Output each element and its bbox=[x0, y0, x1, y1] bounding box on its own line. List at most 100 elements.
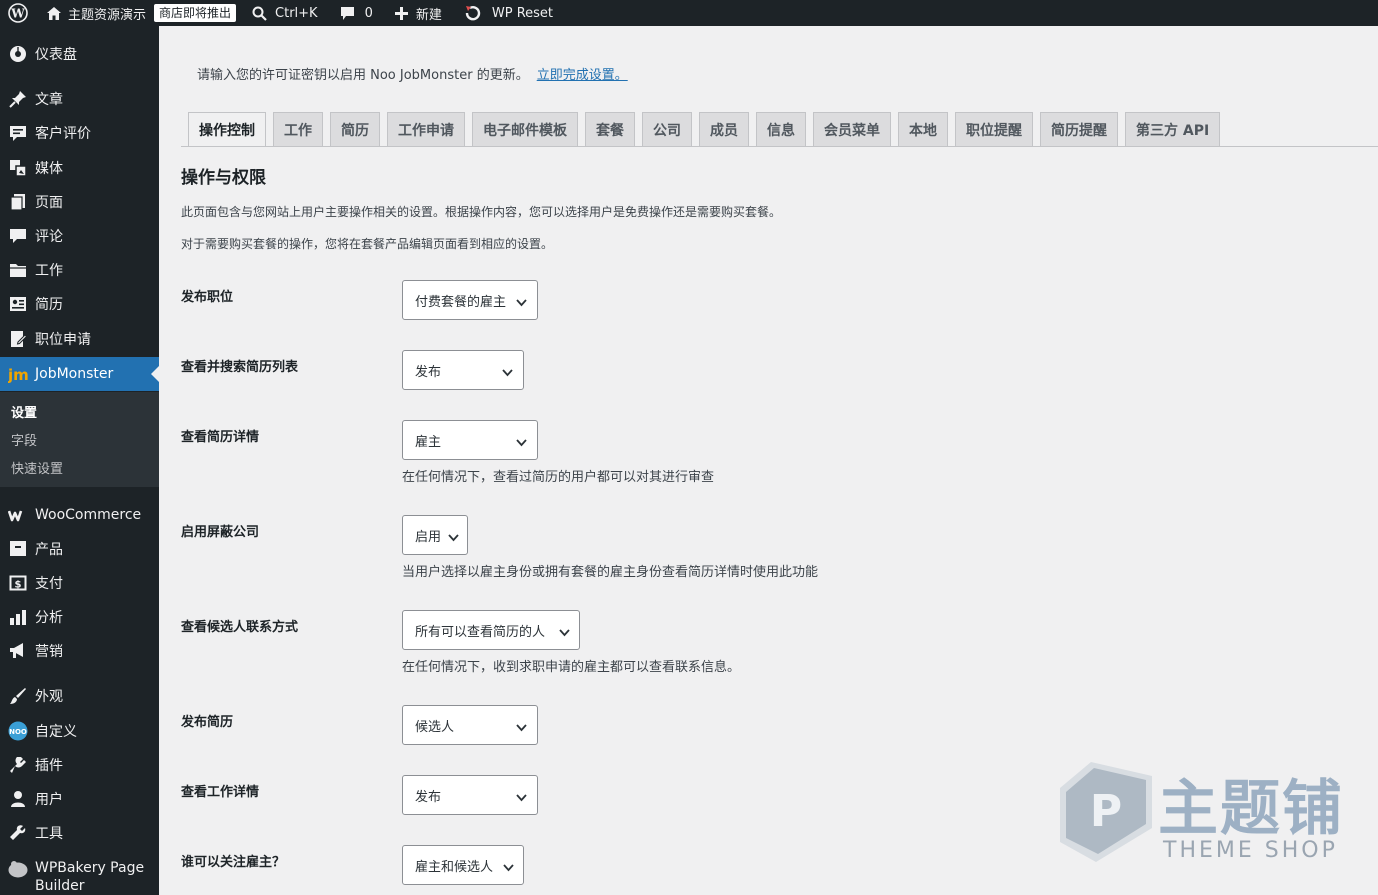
plugin-icon bbox=[8, 755, 28, 775]
tab-messages[interactable]: 信息 bbox=[756, 112, 806, 146]
tab-email-templates[interactable]: 电子邮件模板 bbox=[472, 112, 578, 146]
chevron-down-icon bbox=[559, 626, 570, 641]
user-icon bbox=[8, 789, 28, 809]
brush-icon bbox=[8, 686, 28, 706]
menu-appearance[interactable]: 外观 bbox=[0, 679, 159, 713]
menu-plugins[interactable]: 插件 bbox=[0, 748, 159, 782]
folder-icon bbox=[8, 260, 28, 280]
tab-third-party-api[interactable]: 第三方 API bbox=[1125, 112, 1221, 146]
svg-text:NOO: NOO bbox=[9, 728, 27, 736]
chevron-down-icon bbox=[502, 366, 513, 381]
setting-help-text: 在任何情况下，查看过简历的用户都可以对其进行审查 bbox=[402, 470, 715, 485]
menu-posts[interactable]: 文章 bbox=[0, 82, 159, 116]
menu-label: 客户评价 bbox=[35, 126, 91, 142]
section-description: 此页面包含与您网站上用户主要操作相关的设置。根据操作内容，您可以选择用户是免费操… bbox=[181, 205, 782, 219]
tab-packages[interactable]: 套餐 bbox=[585, 112, 635, 146]
site-name-link[interactable]: 主题资源演示 商店即将推出 bbox=[38, 0, 244, 26]
view-resume-list-select[interactable]: 发布 bbox=[402, 350, 524, 390]
tab-members[interactable]: 成员 bbox=[699, 112, 749, 146]
menu-label: JobMonster bbox=[35, 366, 114, 382]
tab-member-menu[interactable]: 会员菜单 bbox=[813, 112, 891, 146]
section-title: 操作与权限 bbox=[181, 168, 266, 188]
menu-pages[interactable]: 页面 bbox=[0, 185, 159, 219]
wordpress-logo-icon[interactable]: W bbox=[0, 0, 36, 26]
wp-reset-label: WP Reset bbox=[491, 5, 554, 21]
megaphone-icon bbox=[8, 641, 28, 661]
admin-bar: W 主题资源演示 商店即将推出 Ctrl+K 0 新建 WP Reset bbox=[0, 0, 1378, 26]
menu-users[interactable]: 用户 bbox=[0, 782, 159, 816]
svg-text:$: $ bbox=[15, 580, 22, 591]
tab-job-applications[interactable]: 工作申请 bbox=[387, 112, 465, 146]
setting-label-view-job-detail: 查看工作详情 bbox=[181, 785, 260, 800]
menu-resumes[interactable]: 简历 bbox=[0, 287, 159, 321]
menu-customize[interactable]: NOO 自定义 bbox=[0, 714, 159, 748]
jobmonster-icon: jm bbox=[8, 364, 28, 384]
block-company-select[interactable]: 启用 bbox=[402, 515, 468, 555]
new-content-link[interactable]: 新建 bbox=[387, 0, 450, 26]
tab-local[interactable]: 本地 bbox=[898, 112, 948, 146]
menu-wpbakery[interactable]: WPBakery Page Builder bbox=[0, 857, 159, 895]
tab-jobs[interactable]: 工作 bbox=[273, 112, 323, 146]
post-resume-select[interactable]: 候选人 bbox=[402, 705, 538, 745]
menu-label: 用户 bbox=[35, 792, 63, 808]
wp-reset-link[interactable]: WP Reset bbox=[456, 0, 561, 26]
menu-tools[interactable]: 工具 bbox=[0, 816, 159, 850]
wp-reset-icon bbox=[464, 5, 484, 21]
menu-jobmonster[interactable]: jm JobMonster bbox=[0, 357, 159, 391]
tab-resumes[interactable]: 简历 bbox=[330, 112, 380, 146]
settings-tabs: 操作控制 工作 简历 工作申请 电子邮件模板 套餐 公司 成员 信息 会员菜单 … bbox=[188, 112, 1227, 146]
post-job-select[interactable]: 付费套餐的雇主 bbox=[402, 280, 538, 320]
comments-link[interactable]: 0 bbox=[332, 0, 381, 26]
select-value: 雇主和候选人 bbox=[415, 859, 494, 875]
submenu-fields[interactable]: 字段 bbox=[11, 430, 37, 449]
menu-jobs[interactable]: 工作 bbox=[0, 253, 159, 287]
menu-comments[interactable]: 评论 bbox=[0, 219, 159, 253]
analytics-icon bbox=[8, 607, 28, 627]
setup-link[interactable]: 立即完成设置。 bbox=[537, 68, 628, 83]
menu-marketing[interactable]: 营销 bbox=[0, 634, 159, 668]
page-icon bbox=[8, 192, 28, 212]
menu-label: WPBakery Page Builder bbox=[35, 860, 145, 894]
media-icon bbox=[8, 158, 28, 178]
view-job-detail-select[interactable]: 发布 bbox=[402, 775, 538, 815]
menu-analytics[interactable]: 分析 bbox=[0, 600, 159, 634]
tab-action-control[interactable]: 操作控制 bbox=[188, 112, 266, 146]
submenu-settings[interactable]: 设置 bbox=[11, 402, 37, 421]
menu-label: 职位申请 bbox=[35, 332, 91, 348]
select-value: 所有可以查看简历的人 bbox=[415, 624, 546, 640]
menu-label: 评论 bbox=[35, 229, 63, 245]
select-value: 发布 bbox=[415, 364, 442, 380]
menu-label: 文章 bbox=[35, 92, 63, 108]
tab-companies[interactable]: 公司 bbox=[642, 112, 692, 146]
tab-divider bbox=[181, 146, 1378, 147]
menu-dashboard[interactable]: 仪表盘 bbox=[0, 37, 159, 71]
tab-job-alerts[interactable]: 职位提醒 bbox=[955, 112, 1033, 146]
resume-icon bbox=[8, 294, 28, 314]
jobmonster-submenu: 设置 字段 快速设置 bbox=[0, 392, 159, 487]
menu-media[interactable]: 媒体 bbox=[0, 151, 159, 185]
menu-products[interactable]: 产品 bbox=[0, 532, 159, 566]
menu-testimonials[interactable]: 客户评价 bbox=[0, 116, 159, 150]
menu-payments[interactable]: $ 支付 bbox=[0, 566, 159, 600]
store-coming-soon-badge[interactable]: 商店即将推出 bbox=[154, 4, 237, 22]
section-description: 对于需要购买套餐的操作，您将在套餐产品编辑页面看到相应的设置。 bbox=[181, 237, 554, 251]
view-resume-detail-select[interactable]: 雇主 bbox=[402, 420, 538, 460]
menu-label: 支付 bbox=[35, 576, 63, 592]
admin-sidebar: 仪表盘 文章 客户评价 媒体 页面 评论 工作 简历 职位申请 jm JobMo… bbox=[0, 26, 159, 895]
menu-woocommerce[interactable]: WooCommerce bbox=[0, 498, 159, 532]
follow-employer-select[interactable]: 雇主和候选人 bbox=[402, 845, 524, 885]
comment-icon bbox=[8, 226, 28, 246]
command-palette-button[interactable]: Ctrl+K bbox=[244, 0, 326, 26]
chevron-down-icon bbox=[516, 296, 527, 311]
submenu-quick-setup[interactable]: 快速设置 bbox=[11, 458, 63, 477]
setting-label-block-company: 启用屏蔽公司 bbox=[181, 525, 260, 540]
menu-applications[interactable]: 职位申请 bbox=[0, 322, 159, 356]
tab-resume-alerts[interactable]: 简历提醒 bbox=[1040, 112, 1118, 146]
svg-text:W: W bbox=[10, 7, 25, 21]
home-icon bbox=[46, 6, 62, 21]
setting-label-view-resume-detail: 查看简历详情 bbox=[181, 430, 260, 445]
menu-label: 工作 bbox=[35, 263, 63, 279]
menu-label: 产品 bbox=[35, 542, 63, 558]
view-candidate-contact-select[interactable]: 所有可以查看简历的人 bbox=[402, 610, 580, 650]
menu-label: 媒体 bbox=[35, 161, 63, 177]
